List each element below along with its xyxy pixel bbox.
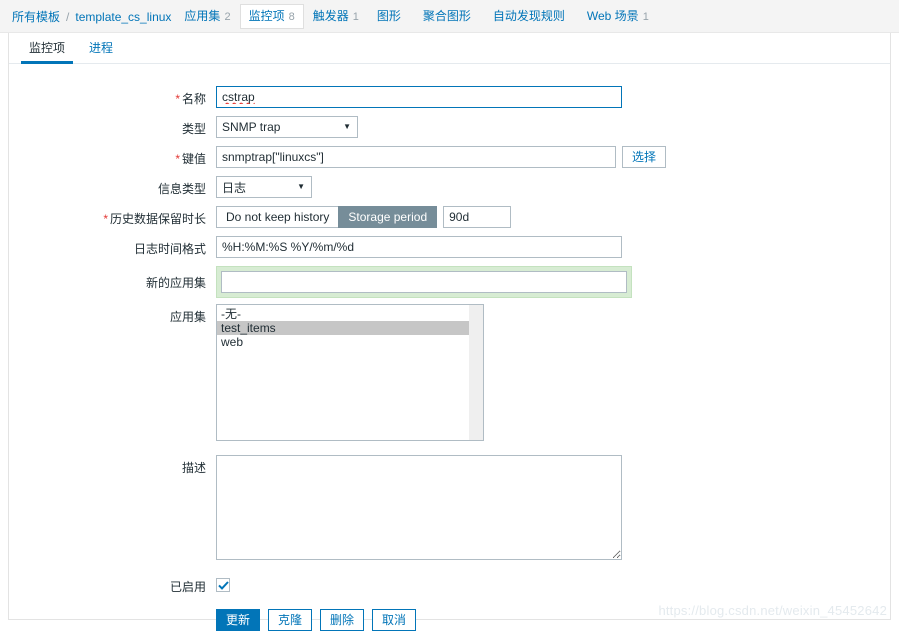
required-marker: *: [103, 212, 108, 226]
label-text: 应用集: [169, 310, 206, 324]
nav-item-discovery-rules[interactable]: 自动发现规则: [484, 4, 578, 28]
label-text: 历史数据保留时长: [109, 212, 206, 226]
breadcrumb-template-name[interactable]: template_cs_linux: [75, 10, 171, 24]
update-button[interactable]: 更新: [216, 609, 261, 631]
label-text: 信息类型: [157, 182, 206, 196]
required-marker: *: [175, 152, 180, 166]
list-item[interactable]: -无-: [217, 307, 469, 321]
name-input[interactable]: [216, 86, 622, 108]
watermark-text: https://blog.csdn.net/weixin_45452642: [658, 603, 887, 618]
label-log-time-format: 日志时间格式: [9, 236, 216, 257]
cancel-button[interactable]: 取消: [372, 609, 417, 631]
item-configuration-form: *名称 类型 SNMP trap ▼ *键值: [9, 64, 890, 631]
tab-label: 进程: [89, 41, 114, 55]
tab-label: 监控项: [29, 41, 66, 55]
new-application-input[interactable]: [221, 271, 627, 293]
label-actions-spacer: [9, 595, 216, 599]
delete-button[interactable]: 删除: [320, 609, 365, 631]
list-item[interactable]: test_items: [217, 321, 469, 335]
form-row-type: 类型 SNMP trap ▼: [9, 116, 890, 138]
form-row-log-time-format: 日志时间格式: [9, 236, 890, 258]
breadcrumb: 所有模板 / template_cs_linux: [12, 4, 175, 29]
nav-item-count: 1: [352, 10, 359, 23]
listbox-scrollbar[interactable]: [469, 305, 483, 440]
history-option-do-not-keep[interactable]: Do not keep history: [216, 206, 339, 228]
label-text: 已启用: [169, 580, 206, 594]
form-row-new-application: 新的应用集: [9, 266, 890, 298]
check-icon: [217, 580, 229, 590]
required-marker: *: [175, 92, 180, 106]
history-option-storage-period[interactable]: Storage period: [338, 206, 438, 228]
label-text: 描述: [181, 461, 206, 475]
nav-item-triggers[interactable]: 触发器 1: [304, 4, 368, 29]
label-text: 新的应用集: [145, 276, 206, 290]
nav-item-label: 自动发现规则: [492, 9, 565, 23]
nav-item-label: Web 场景: [586, 8, 639, 23]
tab-item[interactable]: 监控项: [17, 35, 77, 64]
log-time-format-input[interactable]: [216, 236, 622, 258]
form-row-value-type: 信息类型 日志 ▼: [9, 176, 890, 198]
key-input[interactable]: [216, 146, 616, 168]
form-row-description: 描述: [9, 455, 890, 560]
label-history: * 历史数据保留时长: [9, 206, 216, 227]
type-select-value: SNMP trap: [222, 120, 281, 134]
enabled-checkbox[interactable]: [216, 578, 230, 592]
label-key: * 键值: [9, 146, 216, 167]
form-row-enabled: 已启用: [9, 574, 890, 595]
label-new-application: 新的应用集: [9, 266, 216, 291]
label-text: 类型: [181, 122, 206, 136]
form-row-history: * 历史数据保留时长 Do not keep history Storage pe…: [9, 206, 890, 228]
label-description: 描述: [9, 455, 216, 476]
top-navigation-bar: 所有模板 / template_cs_linux 应用集 2 监控项 8 触发器…: [0, 0, 899, 33]
breadcrumb-separator: /: [66, 9, 70, 24]
nav-item-count: 2: [224, 10, 231, 23]
content-panel: 监控项 进程 *名称 类型 SNMP trap ▼: [8, 33, 891, 631]
description-textarea[interactable]: [216, 455, 622, 560]
nav-item-label: 应用集: [184, 8, 221, 23]
applications-listbox[interactable]: -无- test_items web: [216, 304, 484, 441]
nav-item-count: 1: [642, 10, 649, 23]
form-row-applications: 应用集 -无- test_items web: [9, 304, 890, 441]
history-period-input[interactable]: [443, 206, 512, 228]
action-button-row: 更新 克隆 删除 取消: [216, 609, 417, 631]
label-text: 日志时间格式: [133, 242, 206, 256]
nav-item-label: 聚合图形: [422, 9, 471, 23]
chevron-down-icon: ▼: [343, 122, 351, 131]
label-applications: 应用集: [9, 304, 216, 325]
label-enabled: 已启用: [9, 574, 216, 595]
select-key-button[interactable]: 选择: [622, 146, 667, 168]
template-section-tabs: 应用集 2 监控项 8 触发器 1 图形 聚合图形 自动发现规则 Web 场景 …: [175, 3, 658, 29]
clone-button[interactable]: 克隆: [268, 609, 313, 631]
form-tab-bar: 监控项 进程: [9, 33, 890, 64]
nav-item-graphs[interactable]: 图形: [368, 4, 414, 28]
label-type: 类型: [9, 116, 216, 137]
type-select[interactable]: SNMP trap ▼: [216, 116, 358, 138]
nav-item-label: 监控项: [248, 8, 285, 23]
history-mode-radio-group: Do not keep history Storage period: [216, 206, 438, 228]
label-value-type: 信息类型: [9, 176, 216, 197]
label-name: * 名称: [9, 86, 216, 107]
nav-item-web-scenarios[interactable]: Web 场景 1: [578, 4, 658, 29]
nav-item-label: 图形: [376, 9, 401, 23]
value-type-select-value: 日志: [222, 180, 247, 195]
breadcrumb-all-templates[interactable]: 所有模板: [12, 8, 60, 25]
form-row-name: * 名称: [9, 86, 890, 108]
nav-item-items[interactable]: 监控项 8: [239, 3, 304, 29]
nav-item-applications[interactable]: 应用集 2: [175, 4, 239, 29]
form-row-key: *键值 选择: [9, 146, 890, 168]
tab-preprocessing[interactable]: 进程: [77, 35, 125, 63]
value-type-select[interactable]: 日志 ▼: [216, 176, 312, 198]
new-application-highlight: [216, 266, 632, 298]
label-text: 键值: [181, 152, 206, 166]
list-item[interactable]: web: [217, 335, 469, 349]
chevron-down-icon: ▼: [297, 182, 305, 191]
nav-item-count: 8: [288, 10, 295, 23]
nav-item-label: 触发器: [312, 8, 349, 23]
label-text: 名称: [181, 92, 206, 106]
nav-item-screens[interactable]: 聚合图形: [414, 4, 484, 28]
